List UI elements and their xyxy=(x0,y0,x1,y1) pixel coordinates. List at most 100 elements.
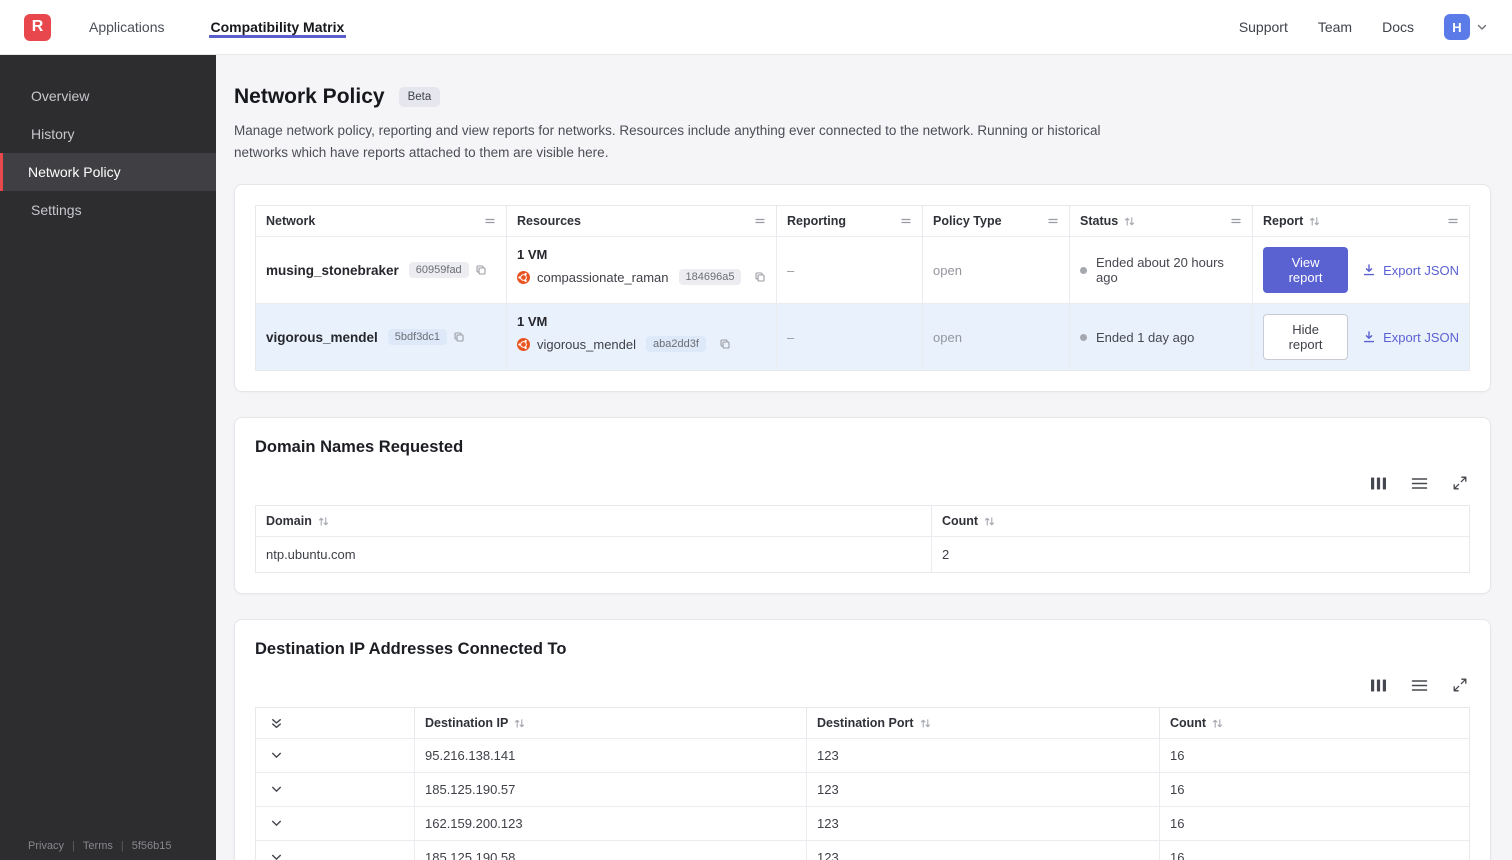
reporting-cell: – xyxy=(777,304,923,371)
nav-item-applications[interactable]: Applications xyxy=(87,16,167,38)
main-content: Network Policy Beta Manage network polic… xyxy=(216,55,1512,860)
row-expander[interactable] xyxy=(256,773,415,807)
sort-icon[interactable] xyxy=(1124,216,1135,227)
column-menu-icon[interactable] xyxy=(900,215,912,227)
column-header-network[interactable]: Network xyxy=(256,206,507,237)
row-expander[interactable] xyxy=(256,807,415,841)
reporting-cell: – xyxy=(777,237,923,304)
ip-row[interactable]: 185.125.190.58 123 16 xyxy=(256,840,1469,860)
resource-count: 1 VM xyxy=(517,247,548,263)
avatar: H xyxy=(1444,14,1470,40)
port-cell: 123 xyxy=(807,773,1160,807)
column-header-reporting[interactable]: Reporting xyxy=(777,206,923,237)
row-expander[interactable] xyxy=(256,739,415,773)
column-header-policy-type[interactable]: Policy Type xyxy=(923,206,1070,237)
status-text: Ended about 20 hours ago xyxy=(1096,255,1224,286)
domain-cell: ntp.ubuntu.com xyxy=(256,537,932,573)
resource-name: vigorous_mendel xyxy=(537,336,637,352)
status-cell: Ended about 20 hours ago xyxy=(1070,237,1253,304)
copy-icon[interactable] xyxy=(754,271,766,283)
export-json-link[interactable]: Export JSON xyxy=(1362,330,1459,345)
nav-link-team[interactable]: Team xyxy=(1318,19,1352,35)
column-menu-icon[interactable] xyxy=(754,215,766,227)
columns-icon[interactable] xyxy=(1370,475,1387,491)
app-logo[interactable]: R xyxy=(24,13,51,41)
resources-cell: 1 VM compassionate_raman 184696a5 xyxy=(507,237,777,304)
count-cell: 16 xyxy=(1170,850,1185,860)
sidebar-item-history[interactable]: History xyxy=(0,115,216,153)
domains-table-header: Domain Count xyxy=(256,505,1469,537)
network-row[interactable]: vigorous_mendel 5bdf3dc1 1 VM vigorous_m… xyxy=(256,303,1469,371)
network-id-badge: 60959fad xyxy=(408,262,469,279)
columns-icon[interactable] xyxy=(1370,677,1387,693)
sidebar-item-network-policy[interactable]: Network Policy xyxy=(0,153,216,191)
ips-card: Destination IP Addresses Connected To De… xyxy=(234,619,1491,860)
column-header-status[interactable]: Status xyxy=(1070,206,1253,237)
copy-icon[interactable] xyxy=(475,264,487,276)
ips-card-title: Destination IP Addresses Connected To xyxy=(255,640,567,659)
column-menu-icon[interactable] xyxy=(1047,215,1059,227)
resource-id-badge: 184696a5 xyxy=(678,269,742,286)
page-description: Manage network policy, reporting and vie… xyxy=(234,123,1101,160)
row-density-icon[interactable] xyxy=(1411,475,1428,491)
column-header-resources[interactable]: Resources xyxy=(507,206,777,237)
status-cell: Ended 1 day ago xyxy=(1070,304,1253,371)
ip-cell: 185.125.190.57 xyxy=(415,773,807,807)
top-navbar: R Applications Compatibility Matrix Supp… xyxy=(0,0,1512,55)
fullscreen-icon[interactable] xyxy=(1452,475,1468,491)
policy-type-cell: open xyxy=(923,304,1070,371)
network-name-cell: vigorous_mendel 5bdf3dc1 xyxy=(256,304,507,371)
row-expander[interactable] xyxy=(256,841,415,860)
column-header-destination-port[interactable]: Destination Port xyxy=(807,708,1160,739)
column-menu-icon[interactable] xyxy=(484,215,496,227)
copy-icon[interactable] xyxy=(453,331,465,343)
view-report-button[interactable]: View report xyxy=(1263,247,1349,294)
copy-icon[interactable] xyxy=(719,338,731,350)
sort-icon[interactable] xyxy=(1212,718,1223,729)
nav-item-compatibility-matrix[interactable]: Compatibility Matrix xyxy=(208,16,347,38)
sort-icon[interactable] xyxy=(318,516,329,527)
network-row[interactable]: musing_stonebraker 60959fad 1 VM compass… xyxy=(256,236,1469,304)
column-menu-icon[interactable] xyxy=(1230,215,1242,227)
expand-all-header[interactable] xyxy=(256,708,415,739)
domain-row[interactable]: ntp.ubuntu.com 2 xyxy=(256,536,1469,573)
row-density-icon[interactable] xyxy=(1411,677,1428,693)
report-cell: Hide report Export JSON xyxy=(1253,304,1469,370)
user-menu[interactable]: H xyxy=(1444,14,1488,40)
fullscreen-icon[interactable] xyxy=(1452,677,1468,693)
column-header-domain[interactable]: Domain xyxy=(256,506,932,537)
privacy-link[interactable]: Privacy xyxy=(28,840,64,852)
column-header-report[interactable]: Report xyxy=(1253,206,1469,236)
port-cell: 123 xyxy=(807,739,1160,773)
column-header-count[interactable]: Count xyxy=(1160,708,1469,738)
sidebar-item-settings[interactable]: Settings xyxy=(0,191,216,229)
column-header-destination-ip[interactable]: Destination IP xyxy=(415,708,807,739)
double-chevron-down-icon[interactable] xyxy=(270,717,283,730)
ip-row[interactable]: 185.125.190.57 123 16 xyxy=(256,772,1469,807)
ubuntu-icon xyxy=(517,270,530,284)
network-name: musing_stonebraker xyxy=(266,262,399,278)
sort-icon[interactable] xyxy=(514,718,525,729)
port-cell: 123 xyxy=(807,807,1160,841)
export-json-link[interactable]: Export JSON xyxy=(1362,263,1459,278)
networks-table: Network Resources Reporting Policy Type … xyxy=(255,205,1470,372)
sidebar-footer: Privacy | Terms | 5f56b15 xyxy=(28,840,172,852)
ip-row[interactable]: 162.159.200.123 123 16 xyxy=(256,806,1469,841)
sort-icon[interactable] xyxy=(920,718,931,729)
chevron-down-icon xyxy=(1476,21,1488,33)
column-header-count[interactable]: Count xyxy=(932,506,1469,536)
sort-icon[interactable] xyxy=(1309,216,1320,227)
ip-row[interactable]: 95.216.138.141 123 16 xyxy=(256,738,1469,773)
terms-link[interactable]: Terms xyxy=(83,840,113,852)
sidebar-item-overview[interactable]: Overview xyxy=(0,77,216,115)
hide-report-button[interactable]: Hide report xyxy=(1263,314,1349,361)
nav-link-support[interactable]: Support xyxy=(1239,19,1288,35)
networks-card: Network Resources Reporting Policy Type … xyxy=(234,184,1491,393)
nav-link-docs[interactable]: Docs xyxy=(1382,19,1414,35)
ip-cell: 95.216.138.141 xyxy=(415,739,807,773)
sort-icon[interactable] xyxy=(984,516,995,527)
column-menu-icon[interactable] xyxy=(1447,215,1459,227)
network-id-badge: 5bdf3dc1 xyxy=(387,329,448,346)
ip-cell: 185.125.190.58 xyxy=(415,841,807,860)
network-name-cell: musing_stonebraker 60959fad xyxy=(256,237,507,304)
